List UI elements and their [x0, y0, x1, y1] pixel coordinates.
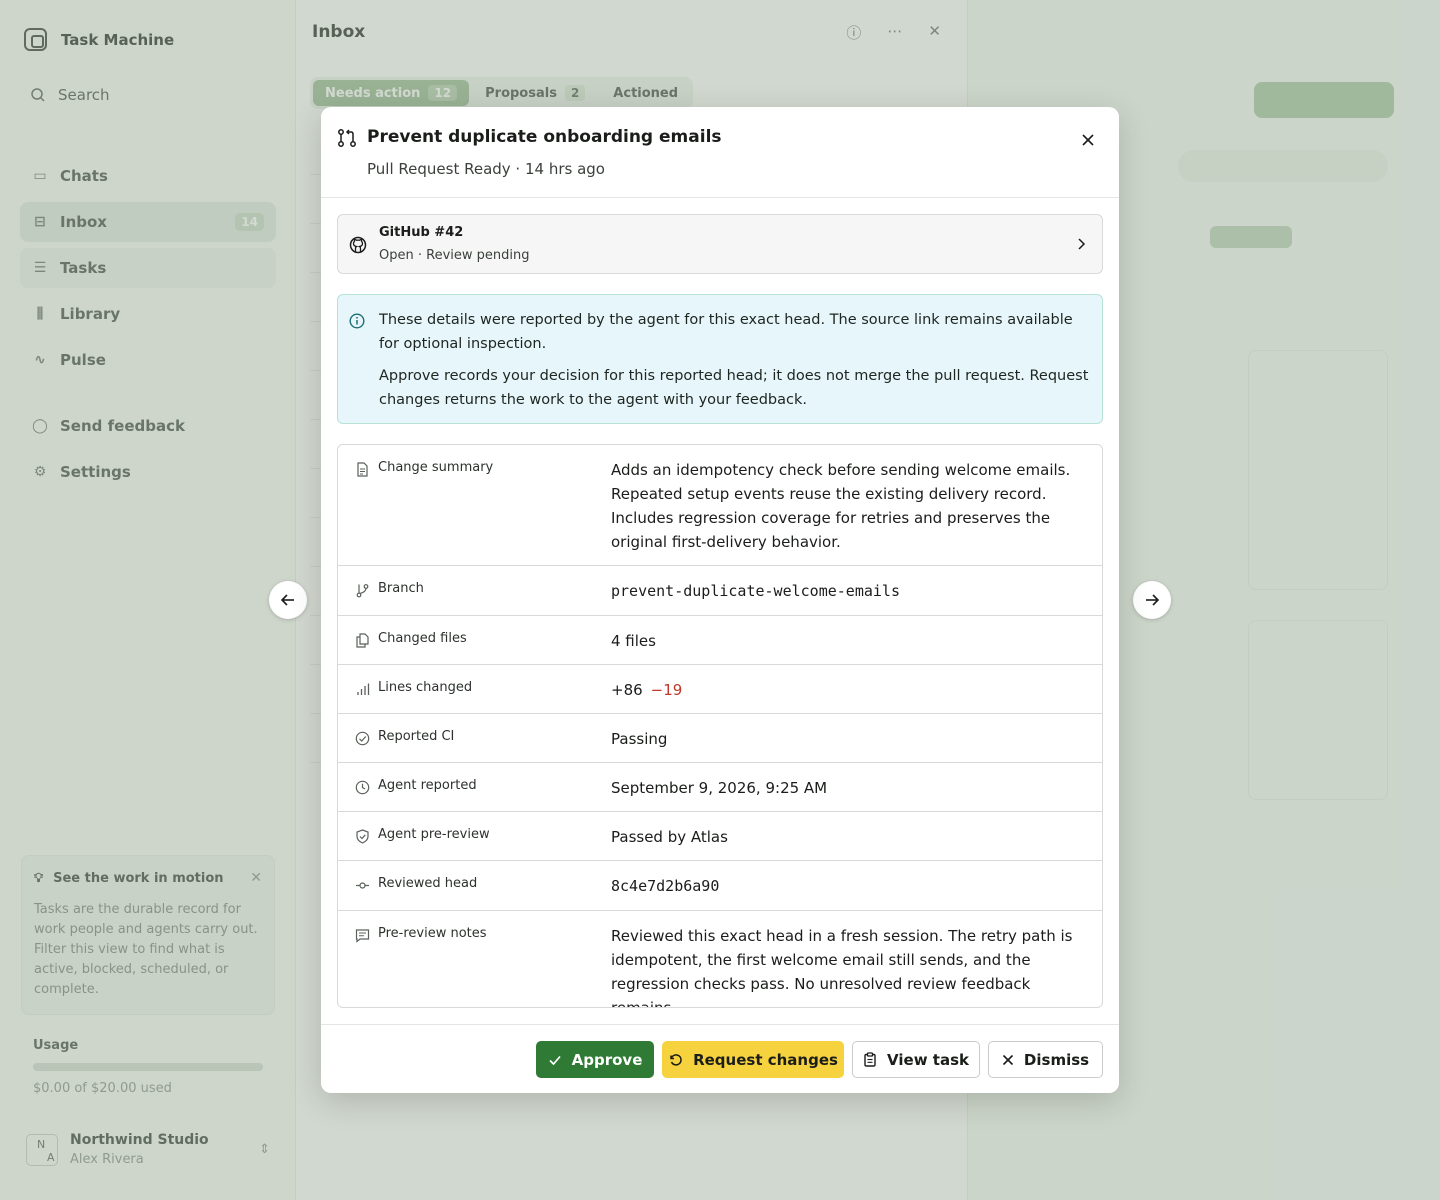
request-changes-button[interactable]: Request changes — [662, 1041, 844, 1078]
lines-added: +86 — [611, 681, 643, 699]
approve-label: Approve — [571, 1050, 643, 1069]
bar-chart-icon — [357, 683, 370, 695]
view-task-label: View task — [887, 1050, 969, 1069]
detail-label: Agent reported — [378, 778, 477, 793]
arrow-left-icon — [280, 594, 294, 606]
dialog-title: Prevent duplicate onboarding emails — [367, 127, 722, 147]
branch-value: prevent-duplicate-welcome-emails — [611, 582, 900, 600]
clock-icon — [355, 780, 370, 795]
changed-files-value: 4 files — [611, 632, 656, 650]
lines-removed: −19 — [650, 681, 683, 699]
arrow-right-icon — [1146, 594, 1160, 606]
previous-item-button[interactable] — [269, 581, 307, 619]
document-icon — [357, 462, 368, 477]
detail-row-agent-prereview: Agent pre-review Passed by Atlas — [338, 812, 1102, 861]
change-summary-value: Adds an idempotency check before sending… — [611, 461, 1071, 551]
clipboard-icon — [864, 1052, 876, 1067]
commit-icon — [356, 882, 369, 889]
github-link-card[interactable]: GitHub #42 Open · Review pending — [337, 214, 1103, 274]
info-icon — [349, 313, 365, 329]
shield-check-icon — [356, 829, 369, 844]
detail-label: Lines changed — [378, 680, 473, 695]
detail-row-changed-files: Changed files 4 files — [338, 616, 1102, 665]
check-circle-icon — [355, 731, 370, 746]
lines-changed-value: +86 −19 — [611, 678, 1091, 702]
next-item-button[interactable] — [1133, 581, 1171, 619]
detail-row-branch: Branch prevent-duplicate-welcome-emails — [338, 566, 1102, 616]
details-table: Change summary Adds an idempotency check… — [337, 444, 1103, 1008]
reviewed-head-value: 8c4e7d2b6a90 — [611, 877, 720, 895]
info-text-source: These details were reported by the agent… — [379, 312, 1073, 352]
rotate-ccw-icon — [670, 1054, 682, 1066]
detail-row-reported-ci: Reported CI Passing — [338, 714, 1102, 763]
detail-label: Pre-review notes — [378, 926, 487, 941]
reported-ci-value: Passing — [611, 730, 668, 748]
detail-label: Branch — [378, 581, 424, 596]
request-changes-label: Request changes — [693, 1050, 838, 1069]
detail-label: Reviewed head — [378, 876, 478, 891]
dialog-subtitle: Pull Request Ready · 14 hrs ago — [367, 160, 605, 178]
info-callout: These details were reported by the agent… — [337, 294, 1103, 424]
detail-row-lines-changed: Lines changed +86 −19 — [338, 665, 1102, 714]
detail-label: Change summary — [378, 460, 494, 475]
detail-label: Reported CI — [378, 729, 455, 744]
dialog-close-button[interactable] — [1077, 129, 1099, 151]
github-title: GitHub #42 — [379, 225, 464, 240]
detail-row-agent-reported: Agent reported September 9, 2026, 9:25 A… — [338, 763, 1102, 812]
prereview-notes-value: Reviewed this exact head in a fresh sess… — [611, 927, 1073, 1008]
pull-request-dialog: Prevent duplicate onboarding emails Pull… — [321, 107, 1119, 1093]
detail-label: Changed files — [378, 631, 467, 646]
chevron-right-icon — [1078, 238, 1086, 250]
pull-request-icon — [338, 129, 356, 147]
dismiss-label: Dismiss — [1023, 1050, 1090, 1069]
dismiss-button[interactable]: Dismiss — [988, 1041, 1103, 1078]
detail-label: Agent pre-review — [378, 827, 490, 842]
info-text-approve: Approve records your decision for this r… — [379, 368, 1089, 408]
agent-reported-value: September 9, 2026, 9:25 AM — [611, 779, 828, 797]
comment-icon — [355, 929, 370, 943]
view-task-button[interactable]: View task — [852, 1041, 980, 1078]
files-icon — [356, 633, 369, 648]
agent-prereview-value: Passed by Atlas — [611, 828, 728, 846]
check-icon — [549, 1055, 561, 1065]
detail-row-change-summary: Change summary Adds an idempotency check… — [338, 445, 1102, 566]
github-status: Open · Review pending — [379, 248, 530, 263]
branch-icon — [356, 584, 369, 598]
close-icon — [1002, 1054, 1013, 1065]
github-icon — [349, 236, 367, 254]
detail-row-prereview-notes: Pre-review notes Reviewed this exact hea… — [338, 911, 1102, 1007]
approve-button[interactable]: Approve — [536, 1041, 654, 1078]
dialog-footer: Approve Request changes View task Dismis… — [321, 1024, 1119, 1093]
detail-row-reviewed-head: Reviewed head 8c4e7d2b6a90 — [338, 861, 1102, 911]
dialog-header: Prevent duplicate onboarding emails Pull… — [321, 107, 1119, 198]
close-icon — [1082, 134, 1094, 146]
